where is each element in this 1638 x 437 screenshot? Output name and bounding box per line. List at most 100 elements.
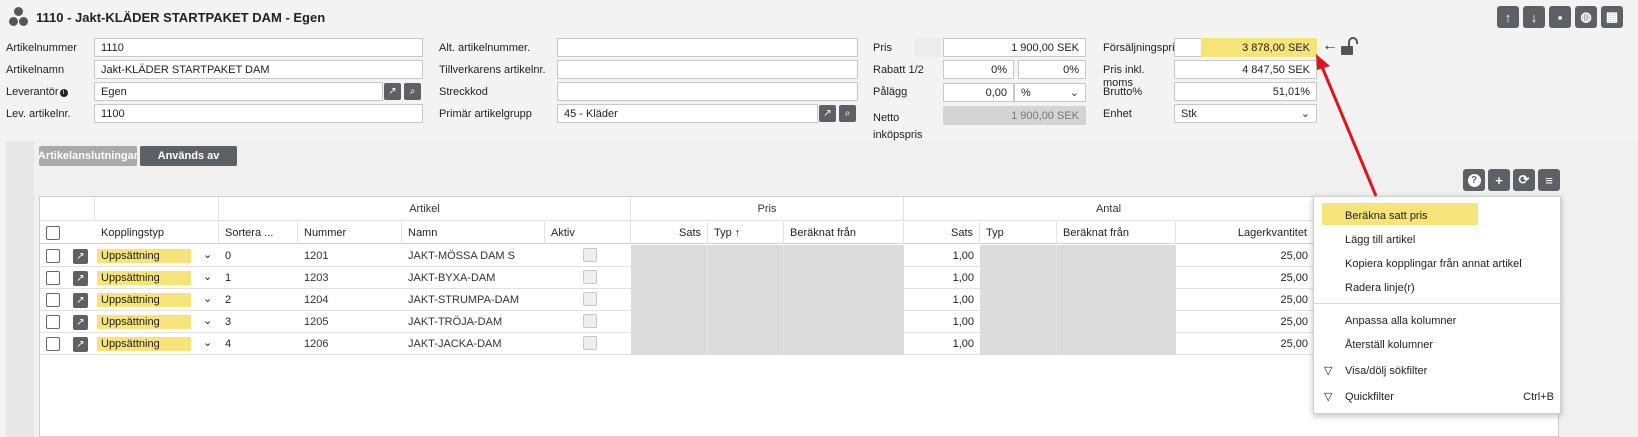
cell-antal-typ bbox=[980, 311, 1057, 333]
leverantor-label: Leverantör i bbox=[6, 86, 68, 98]
cell-antal-typ bbox=[980, 245, 1057, 267]
menu-item-anpassa[interactable]: Anpassa alla kolumner bbox=[1314, 308, 1562, 332]
kopplingstyp-select[interactable]: Uppsättning bbox=[97, 271, 191, 285]
page-title: 1110 - Jakt-KLÄDER STARTPAKET DAM - Egen bbox=[36, 9, 326, 25]
cell-pris-sats bbox=[631, 267, 708, 289]
col-lagerkvantitet[interactable]: Lagerkvantitet bbox=[1176, 222, 1314, 244]
open-link-icon[interactable]: ↗ bbox=[73, 337, 88, 352]
primar-artikelgrupp-input[interactable]: 45 - Kläder bbox=[557, 104, 818, 123]
col-pris-typ[interactable]: Typ ↑ bbox=[708, 222, 784, 244]
palagg-input[interactable]: 0,00 bbox=[943, 83, 1014, 102]
streckkod-input[interactable] bbox=[557, 82, 858, 101]
cell-pris-typ bbox=[708, 245, 784, 267]
open-link-icon[interactable]: ↗ bbox=[384, 83, 401, 100]
open-link-icon[interactable]: ↗ bbox=[73, 293, 88, 308]
open-link-icon[interactable]: ↗ bbox=[819, 105, 836, 122]
kopplingstyp-select[interactable]: Uppsättning bbox=[97, 315, 191, 329]
cell-antal-beraknat bbox=[1057, 245, 1176, 267]
chevron-down-icon[interactable]: ⌄ bbox=[203, 314, 212, 327]
arrow-down-icon[interactable]: ↓ bbox=[1523, 6, 1545, 28]
menu-item-radera[interactable]: Radera linje(r) bbox=[1314, 275, 1562, 299]
row-checkbox[interactable] bbox=[46, 315, 60, 329]
col-nummer[interactable]: Nummer bbox=[298, 222, 402, 244]
streckkod-label: Streckkod bbox=[439, 86, 488, 98]
menu-item-quickfilter[interactable]: ▽ Quickfilter Ctrl+B bbox=[1314, 384, 1562, 408]
enhet-select[interactable]: Stk ⌄ bbox=[1174, 104, 1317, 123]
col-namn[interactable]: Namn bbox=[402, 222, 545, 244]
cell-antal-sats: 1,00 bbox=[952, 294, 974, 306]
lev-artikelnr-input[interactable]: 1100 bbox=[94, 104, 423, 123]
open-link-icon[interactable]: ↗ bbox=[73, 315, 88, 330]
kopplingstyp-select[interactable]: Uppsättning bbox=[97, 337, 191, 351]
kopplingstyp-select[interactable]: Uppsättning bbox=[97, 293, 191, 307]
cell-pris-typ bbox=[708, 289, 784, 311]
artikelnamn-input[interactable]: Jakt-KLÄDER STARTPAKET DAM bbox=[94, 60, 423, 79]
add-icon[interactable]: + bbox=[1488, 169, 1510, 191]
leverantor-input[interactable]: Egen bbox=[94, 82, 383, 101]
save-icon[interactable]: ▪ bbox=[1549, 6, 1571, 28]
col-antal-sats[interactable]: Sats bbox=[904, 222, 980, 244]
col-pris-beraknat[interactable]: Beräknat från bbox=[784, 222, 904, 244]
alt-artikelnummer-input[interactable] bbox=[557, 38, 858, 57]
menu-item-visa-dolj[interactable]: ▽ Visa/dölj sökfilter bbox=[1314, 358, 1562, 382]
pris-input[interactable]: 1 900,00 SEK bbox=[943, 38, 1086, 57]
col-kopplingstyp[interactable]: Kopplingstyp bbox=[95, 222, 219, 244]
tillverkarens-input[interactable] bbox=[557, 60, 858, 79]
select-all-checkbox[interactable] bbox=[46, 226, 60, 240]
pris-inkl-input[interactable]: 4 847,50 SEK bbox=[1174, 60, 1317, 79]
rabatt2-input[interactable]: 0% bbox=[1018, 60, 1086, 79]
cell-nummer: 1205 bbox=[304, 316, 329, 328]
open-link-icon[interactable]: ↗ bbox=[73, 249, 88, 264]
group-pris: Pris bbox=[631, 197, 904, 221]
tab-artikelanslutningar[interactable]: Artikelanslutningar bbox=[38, 146, 138, 166]
menu-item-lagg-till[interactable]: Lägg till artikel bbox=[1314, 227, 1562, 251]
cell-sortera: 4 bbox=[225, 338, 232, 350]
forsaljningspris-label: Försäljningspris bbox=[1103, 42, 1181, 54]
chevron-down-icon[interactable]: ⌄ bbox=[203, 336, 212, 349]
menu-icon[interactable]: ≡ bbox=[1538, 169, 1560, 191]
help-icon[interactable]: ? bbox=[1463, 169, 1485, 191]
row-checkbox[interactable] bbox=[46, 249, 60, 263]
refresh-icon[interactable]: ⟳ bbox=[1513, 169, 1535, 191]
search-icon[interactable]: ⌕ bbox=[404, 83, 421, 100]
cell-lagerkvantitet: 25,00 bbox=[1280, 316, 1308, 328]
chevron-down-icon[interactable]: ⌄ bbox=[203, 270, 212, 283]
cell-antal-beraknat bbox=[1057, 333, 1176, 355]
col-antal-beraknat[interactable]: Beräknat från bbox=[1057, 222, 1176, 244]
row-checkbox[interactable] bbox=[46, 271, 60, 285]
tab-anvands-av[interactable]: Används av bbox=[140, 146, 237, 166]
arrow-left-icon[interactable]: ← bbox=[1322, 37, 1338, 55]
arrow-up-icon[interactable]: ↑ bbox=[1497, 6, 1519, 28]
cell-pris-sats bbox=[631, 289, 708, 311]
cell-pris-beraknat bbox=[784, 311, 904, 333]
aktiv-checkbox bbox=[583, 336, 597, 350]
grid-icon[interactable]: ▦ bbox=[1601, 6, 1623, 28]
unlock-icon[interactable] bbox=[1340, 37, 1358, 60]
pris-label: Pris bbox=[873, 42, 892, 54]
palagg-unit-select[interactable]: % ⌄ bbox=[1014, 83, 1086, 102]
col-pris-sats[interactable]: Sats bbox=[631, 222, 708, 244]
rabatt1-input[interactable]: 0% bbox=[943, 60, 1014, 79]
cell-nummer: 1203 bbox=[304, 272, 329, 284]
chevron-down-icon[interactable]: ⌄ bbox=[203, 248, 212, 261]
menu-item-kopiera[interactable]: Kopiera kopplingar från annat artikel bbox=[1314, 251, 1562, 275]
brutto-input[interactable]: 51,01% bbox=[1174, 82, 1317, 101]
row-checkbox[interactable] bbox=[46, 293, 60, 307]
menu-item-berakna[interactable]: Beräkna satt pris bbox=[1314, 203, 1562, 227]
row-checkbox[interactable] bbox=[46, 337, 60, 351]
forsaljningspris-input[interactable]: 3 878,00 SEK bbox=[1201, 38, 1317, 57]
menu-item-aterstall[interactable]: Återställ kolumner bbox=[1314, 332, 1562, 356]
chevron-down-icon[interactable]: ⌄ bbox=[203, 292, 212, 305]
globe-icon[interactable]: ◍ bbox=[1575, 6, 1597, 28]
search-icon[interactable]: ⌕ bbox=[839, 105, 856, 122]
cell-pris-beraknat bbox=[784, 289, 904, 311]
kopplingstyp-select[interactable]: Uppsättning bbox=[97, 249, 191, 263]
col-sortera[interactable]: Sortera ... bbox=[219, 222, 298, 244]
cell-antal-sats: 1,00 bbox=[952, 250, 974, 262]
open-link-icon[interactable]: ↗ bbox=[73, 271, 88, 286]
cell-namn: JAKT-BYXA-DAM bbox=[408, 272, 496, 284]
artikelnummer-input[interactable]: 1110 bbox=[94, 38, 423, 57]
cell-lagerkvantitet: 25,00 bbox=[1280, 294, 1308, 306]
col-antal-typ[interactable]: Typ bbox=[980, 222, 1057, 244]
col-aktiv[interactable]: Aktiv bbox=[545, 222, 631, 244]
